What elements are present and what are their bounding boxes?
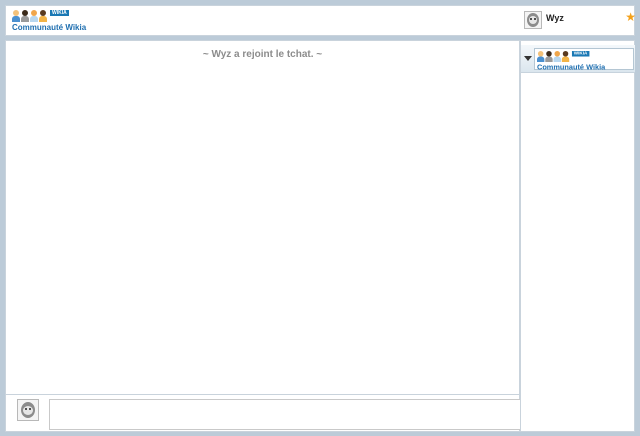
wikia-tag: WIKIA — [571, 51, 590, 57]
user-name: Wyz — [546, 13, 564, 23]
room-header[interactable]: WIKIA Communauté Wikia — [521, 45, 635, 73]
triangle-down-icon[interactable] — [524, 56, 532, 61]
community-people-icon: WIKIA — [12, 10, 102, 22]
wikia-tag: WIKIA — [50, 10, 69, 16]
wiki-name: Communauté Wikia — [12, 23, 87, 32]
owl-avatar-icon — [17, 399, 39, 421]
wiki-logo[interactable]: WIKIA Communauté Wikia — [12, 10, 102, 34]
star-icon: ★ — [625, 10, 636, 24]
chat-messages[interactable]: ~ Wyz a rejoint le tchat. ~ — [5, 40, 520, 395]
chat-header: WIKIA Communauté Wikia Wyz ★ — [5, 5, 636, 36]
community-people-icon: WIKIA — [537, 51, 605, 63]
room-wiki-logo[interactable]: WIKIA Communauté Wikia — [534, 48, 634, 72]
owl-avatar-icon[interactable] — [524, 11, 542, 29]
current-user[interactable]: Wyz ★ — [522, 10, 636, 32]
message-composer — [5, 395, 521, 432]
room-name: Communauté Wikia — [537, 62, 606, 72]
message-input[interactable] — [49, 399, 521, 430]
user-list-rail: WIKIA Communauté Wikia — [520, 40, 635, 432]
inline-alert: ~ Wyz a rejoint le tchat. ~ — [202, 49, 323, 60]
